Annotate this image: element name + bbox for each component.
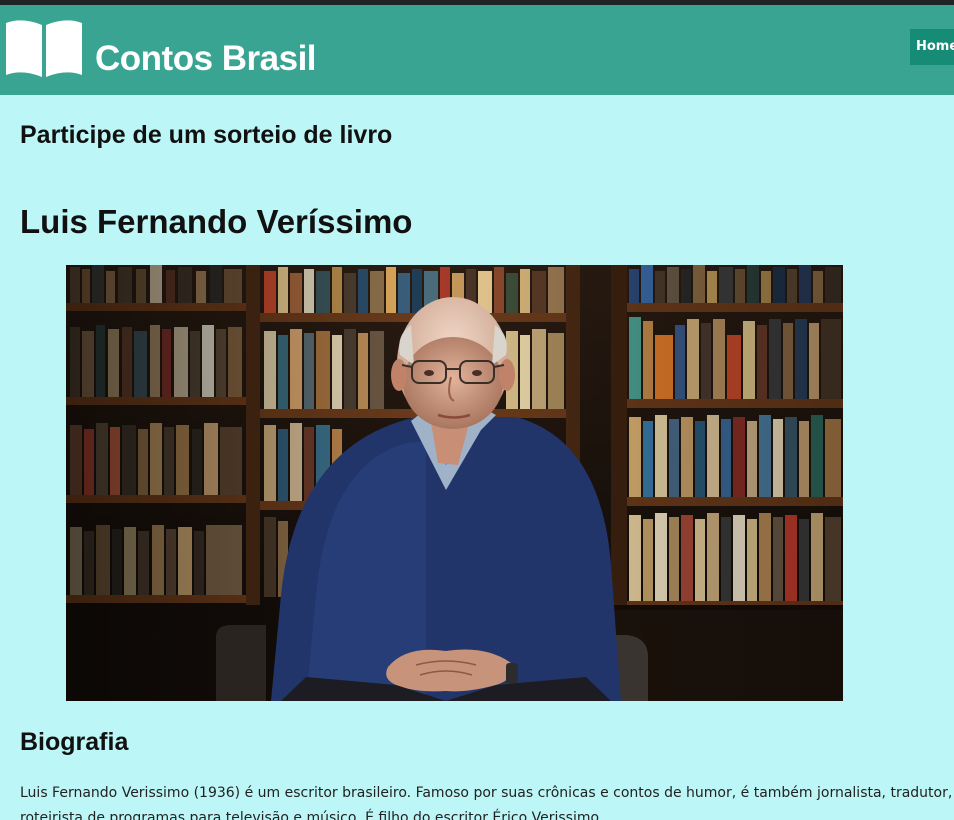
- author-portrait-photo: [66, 265, 843, 701]
- biography-text: Luis Fernando Verissimo (1936) é um escr…: [20, 785, 953, 820]
- book-giveaway-link[interactable]: Participe de um sorteio de livro: [20, 121, 392, 150]
- author-name-heading: Luis Fernando Veríssimo: [20, 203, 413, 240]
- author-portrait: [66, 265, 843, 701]
- open-book-icon: [6, 20, 82, 77]
- site-brand[interactable]: Contos Brasil: [95, 41, 317, 76]
- nav-home-button[interactable]: Home: [910, 29, 954, 65]
- site-header: Contos Brasil Home: [0, 5, 954, 95]
- biography-heading: Biografia: [20, 728, 129, 756]
